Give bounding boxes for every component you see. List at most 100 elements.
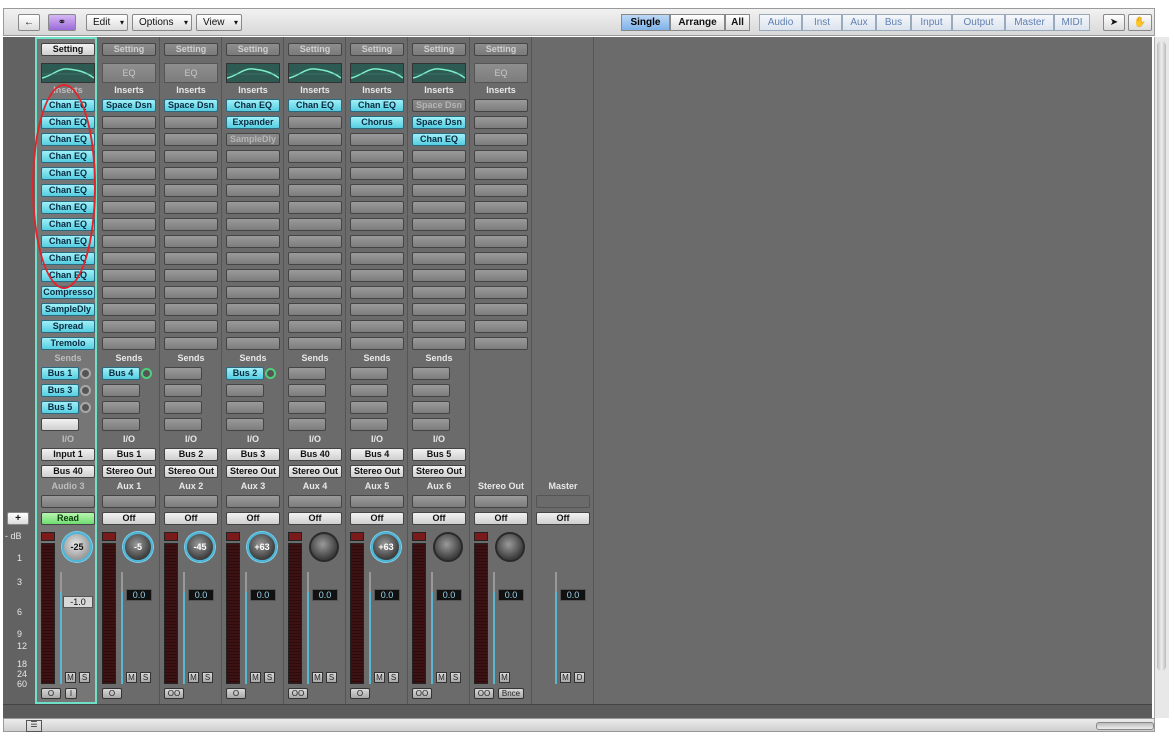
send-bus-4[interactable]: Bus 4 [102,367,140,380]
back-button[interactable]: ← [18,14,40,31]
send-slot-empty[interactable] [102,384,140,397]
clip-indicator[interactable] [102,532,116,541]
automation-mode-button[interactable]: Off [226,512,280,525]
clip-indicator[interactable] [41,532,55,541]
insert-slot-empty[interactable] [226,218,280,231]
group-slot[interactable] [288,495,342,508]
insert-slot-empty[interactable] [288,116,342,129]
solo-button[interactable]: S [140,672,151,683]
insert-slot-empty[interactable] [226,150,280,163]
insert-slot-empty[interactable] [474,133,528,146]
channel-name[interactable]: Stereo Out [470,481,532,491]
insert-slot-empty[interactable] [288,150,342,163]
send-level-knob[interactable] [141,368,152,379]
input-selector[interactable]: Bus 40 [288,448,342,461]
group-slot[interactable] [350,495,404,508]
insert-slot-empty[interactable] [288,252,342,265]
setting-button[interactable]: Setting [226,43,280,56]
pan-knob[interactable] [433,532,463,562]
menu-edit[interactable]: Edit ▾ [86,14,128,31]
insert-slot-chan-eq[interactable]: Chan EQ [41,133,95,146]
insert-slot-empty[interactable] [226,184,280,197]
insert-slot-empty[interactable] [102,320,156,333]
input-selector[interactable]: Bus 5 [412,448,466,461]
channel-name[interactable]: Aux 3 [222,481,284,491]
mute-button[interactable]: M [65,672,76,683]
channel-name[interactable]: Audio 3 [37,481,99,491]
automation-mode-button[interactable]: Off [474,512,528,525]
insert-slot-space-dsn[interactable]: Space Dsn [102,99,156,112]
send-slot-empty[interactable] [288,384,326,397]
eq-thumbnail[interactable] [41,63,95,83]
send-slot-empty[interactable] [102,401,140,414]
insert-slot-empty[interactable] [102,235,156,248]
view-arrange[interactable]: Arrange [670,14,725,31]
insert-slot-empty[interactable] [164,150,218,163]
insert-slot-empty[interactable] [226,286,280,299]
mute-button[interactable]: M [560,672,571,683]
insert-slot-empty[interactable] [164,235,218,248]
send-slot-empty[interactable] [164,384,202,397]
insert-slot-chan-eq[interactable]: Chan EQ [412,133,466,146]
insert-slot-empty[interactable] [288,286,342,299]
insert-slot-empty[interactable] [164,218,218,231]
send-slot-empty[interactable] [164,418,202,431]
output-selector[interactable]: Stereo Out [350,465,404,478]
insert-slot-empty[interactable] [350,201,404,214]
insert-slot-empty[interactable] [474,269,528,282]
filter-midi[interactable]: MIDI [1054,14,1090,31]
mute-button[interactable]: M [250,672,261,683]
insert-slot-chan-eq[interactable]: Chan EQ [288,99,342,112]
send-level-knob[interactable] [80,402,91,413]
insert-slot-empty[interactable] [350,320,404,333]
automation-mode-button[interactable]: Read [41,512,95,525]
insert-slot-empty[interactable] [288,303,342,316]
automation-mode-button[interactable]: Off [164,512,218,525]
insert-slot-space-dsn[interactable]: Space Dsn [412,116,466,129]
setting-button[interactable]: Setting [474,43,528,56]
vertical-scroll-thumb[interactable] [1157,41,1166,671]
setting-button[interactable]: Setting [164,43,218,56]
hand-tool-button[interactable]: ✋ [1128,14,1152,31]
clip-indicator[interactable] [164,532,178,541]
format-button[interactable]: O [102,688,122,699]
group-slot[interactable] [226,495,280,508]
insert-slot-empty[interactable] [102,269,156,282]
insert-slot-chan-eq[interactable]: Chan EQ [41,184,95,197]
insert-slot-empty[interactable] [102,184,156,197]
eq-thumbnail[interactable] [412,63,466,83]
format-button[interactable]: OO [474,688,494,699]
insert-slot-empty[interactable] [350,235,404,248]
output-selector[interactable]: Stereo Out [288,465,342,478]
insert-slot-chan-eq[interactable]: Chan EQ [41,201,95,214]
insert-slot-empty[interactable] [164,201,218,214]
insert-slot-empty[interactable] [412,167,466,180]
send-level-knob[interactable] [80,385,91,396]
solo-button[interactable]: S [388,672,399,683]
send-bus-2[interactable]: Bus 2 [226,367,264,380]
send-slot-empty[interactable] [288,401,326,414]
insert-slot-empty[interactable] [102,150,156,163]
group-slot[interactable] [412,495,466,508]
group-slot[interactable] [41,495,95,508]
insert-slot-empty[interactable] [350,133,404,146]
insert-slot-chan-eq[interactable]: Chan EQ [41,252,95,265]
setting-button[interactable]: Setting [102,43,156,56]
insert-slot-empty[interactable] [102,303,156,316]
insert-slot-empty[interactable] [164,303,218,316]
solo-button[interactable]: S [264,672,275,683]
insert-slot-chan-eq[interactable]: Chan EQ [41,99,95,112]
filter-aux[interactable]: Aux [842,14,876,31]
insert-slot-empty[interactable] [474,337,528,350]
insert-slot-spread[interactable]: Spread [41,320,95,333]
send-slot-empty[interactable] [350,401,388,414]
mute-button[interactable]: M [126,672,137,683]
insert-slot-empty[interactable] [412,201,466,214]
insert-slot-empty[interactable] [226,337,280,350]
output-selector[interactable]: Bus 40 [41,465,95,478]
insert-slot-space-dsn[interactable]: Space Dsn [164,99,218,112]
insert-slot-empty[interactable] [102,133,156,146]
insert-slot-chan-eq[interactable]: Chan EQ [350,99,404,112]
mute-button[interactable]: M [312,672,323,683]
insert-slot-empty[interactable] [412,218,466,231]
